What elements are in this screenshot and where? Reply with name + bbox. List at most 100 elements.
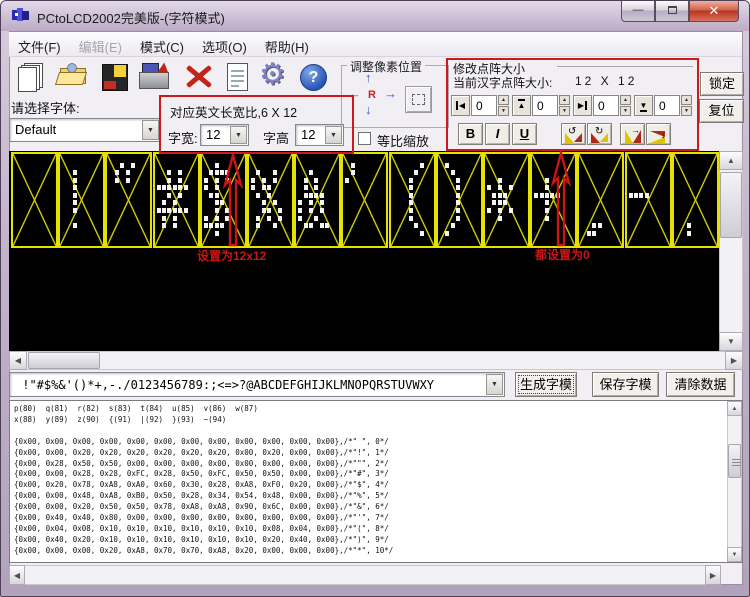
chevron-down-icon[interactable]: ▼ [142,120,159,140]
glyph-cell[interactable] [11,152,58,248]
move-down-icon[interactable]: ↓ [365,103,372,116]
lock-button[interactable]: 锁定 [700,72,744,96]
glyph-cell[interactable] [577,152,625,248]
pixel-position-title: 调整像素位置 [347,58,426,75]
margin-bottom-icon[interactable]: ▼ [634,95,653,116]
margin-right-spinner[interactable]: ▲ ▼ [620,95,631,116]
code-vscroll-thumb[interactable] [728,444,741,478]
underline-button[interactable]: U [512,123,537,145]
glyph-pixel [172,223,177,229]
glyph-cell[interactable] [341,152,389,248]
glyph-pixel [251,177,255,183]
glyph-pixel [497,192,502,198]
rotate-left-button[interactable]: ↺ [561,123,586,145]
margin-left-field[interactable]: 0 [471,95,497,116]
code-output: p(80) q(81) r(82) s(83) t(84) u(85) v(86… [14,404,394,555]
help-button[interactable]: ? [296,60,333,96]
margin-right-field[interactable]: 0 [593,95,619,116]
glyph-pixel [178,185,183,191]
flip-horizontal-button[interactable]: ↓ [646,123,671,145]
flip-vertical-button[interactable]: → [620,123,645,145]
glyph-pixel [251,185,255,191]
glyph-cell[interactable] [247,152,294,248]
scroll-down-button[interactable]: ▼ [719,332,743,351]
move-right-icon[interactable]: → [384,87,397,100]
margin-top-icon[interactable]: ▲ [512,95,531,116]
margin-bottom-spinner[interactable]: ▲ ▼ [681,95,692,116]
menu-item[interactable]: 文件(F) [9,33,70,59]
scroll-down-button[interactable]: ▼ [727,547,742,562]
scroll-left-button[interactable]: ◀ [9,351,27,370]
glyph-pixel [350,162,355,168]
glyph-cell[interactable] [294,152,342,248]
char-list-combobox[interactable]: !"#$%&'()*+,-./0123456789:;<=>?@ABCDEFGH… [9,372,505,397]
menu-item[interactable]: 帮助(H) [256,33,318,59]
new-file-button[interactable] [13,60,50,96]
rotate-right-button[interactable]: ↻ [587,123,612,145]
scroll-right-button[interactable]: ▶ [705,565,721,585]
save-button[interactable] [97,60,134,96]
settings-button[interactable]: ⚙ [258,58,295,96]
scroll-up-button[interactable]: ▲ [727,401,742,416]
open-file-button[interactable] [53,60,90,96]
glyph-pixel [492,200,497,206]
delete-button[interactable] [180,60,217,96]
glyph-cell[interactable] [624,152,672,248]
glyph-cell[interactable] [58,152,106,248]
code-output-area[interactable]: p(80) q(81) r(82) s(83) t(84) u(85) v(86… [9,400,743,563]
display-hscroll-thumb[interactable] [28,352,100,369]
margin-top-field[interactable]: 0 [532,95,558,116]
glyph-cell[interactable] [435,152,483,248]
proportional-scale-checkbox[interactable] [358,132,371,145]
font-select-combobox[interactable]: Default ▼ [9,118,161,142]
display-hscrollbar[interactable] [9,351,743,370]
bottom-hscrollbar[interactable] [9,565,721,585]
save-font-button[interactable]: 保存字模 [592,372,659,397]
italic-button[interactable]: I [485,123,510,145]
glyph-pixel [256,223,261,229]
glyph-cell[interactable] [152,152,200,248]
glyph-pixel [272,200,277,206]
center-glyph-button[interactable] [405,86,432,113]
menu-item[interactable]: 模式(C) [131,33,193,59]
glyph-pixel [303,223,308,229]
glyph-cell[interactable] [483,152,530,248]
menu-item[interactable]: 编辑(E) [70,33,131,59]
glyph-pixel [203,177,208,183]
display-vscroll-thumb[interactable] [720,172,742,238]
groupbox-line [557,66,693,67]
glyph-cell[interactable] [105,152,153,248]
generate-font-button[interactable]: 生成字模 [515,372,577,397]
margin-bottom-field[interactable]: 0 [654,95,680,116]
annotation-arrow-up [222,153,244,247]
font-select-label: 请选择字体: [11,101,80,116]
glyph-cell[interactable] [671,152,719,248]
bold-button[interactable]: B [458,123,483,145]
code-vscrollbar[interactable] [727,401,742,562]
move-up-icon[interactable]: ↑ [365,71,372,84]
glyph-pixel [308,170,313,176]
maximize-button[interactable] [655,1,689,22]
clear-data-button[interactable]: 清除数据 [666,372,735,397]
glyph-pixel [592,230,597,236]
scroll-up-button[interactable]: ▲ [719,151,743,170]
glyph-pixel [267,215,272,221]
margin-right-icon[interactable]: ▶ [573,95,592,116]
minimize-button[interactable]: — [621,1,655,22]
margin-top-spinner[interactable]: ▲ ▼ [559,95,570,116]
margin-left-icon[interactable]: ◀ [451,95,470,116]
scroll-right-button[interactable]: ▶ [725,351,743,370]
glyph-pixel [125,170,130,176]
close-button[interactable]: ✕ [689,1,739,22]
glyph-pixel [209,192,214,198]
notes-button[interactable] [220,60,257,96]
reset-position-r[interactable]: R [368,89,376,101]
scroll-left-button[interactable]: ◀ [9,565,25,585]
export-button[interactable] [137,60,174,96]
glyph-cell[interactable] [388,152,436,248]
margin-left-spinner[interactable]: ▲ ▼ [498,95,509,116]
menu-item[interactable]: 选项(O) [193,33,256,59]
chevron-down-icon[interactable]: ▼ [486,374,503,395]
reset-button[interactable]: 复位 [699,99,744,123]
glyph-pixel [445,230,450,236]
